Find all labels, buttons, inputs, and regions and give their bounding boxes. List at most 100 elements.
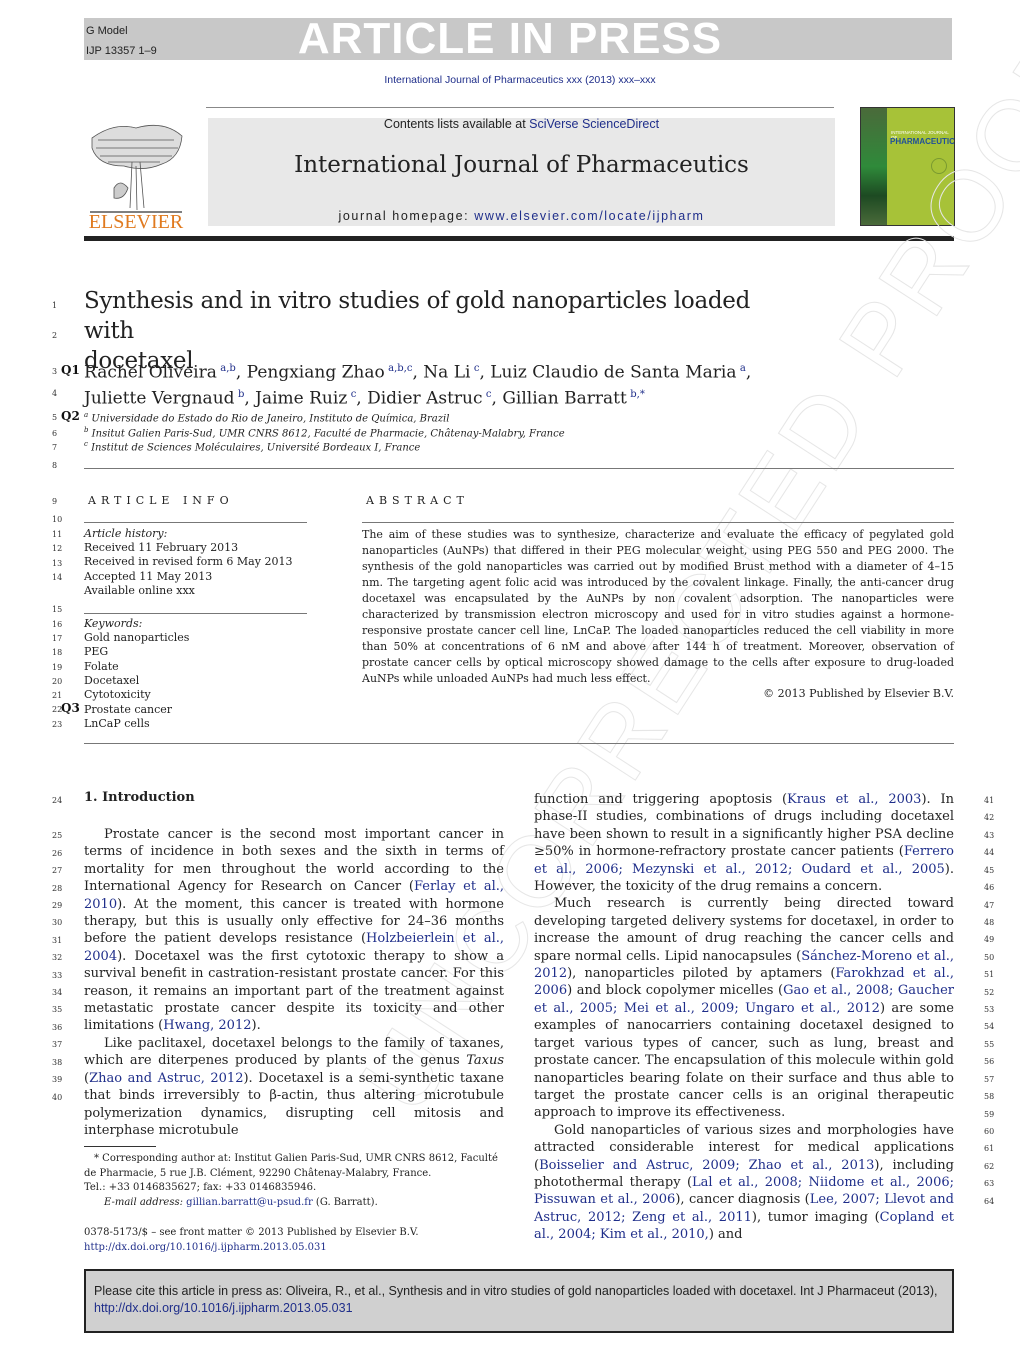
line-number: 37 <box>52 1040 63 1049</box>
keyword: LnCaP cells <box>84 716 150 730</box>
line-number: 49 <box>984 935 995 945</box>
email-link[interactable]: gillian.barratt@u-psud.fr <box>186 1197 313 1208</box>
divider <box>84 743 954 744</box>
line-number: 34 <box>52 988 63 997</box>
author-name: Na Li <box>423 362 471 383</box>
journal-cover-image: INTERNATIONAL JOURNAL OF PHARMACEUTICS <box>860 107 955 226</box>
line-number: 59 <box>984 1109 995 1119</box>
citation-body: Please cite this article in press as: Ol… <box>94 1284 938 1298</box>
article-history-label: Article history: <box>84 527 168 540</box>
homepage-prefix: journal homepage: <box>338 209 475 223</box>
author-affiliation-marker[interactable]: b,* <box>630 389 645 400</box>
affiliation-c: c Institut de Sciences Moléculaires, Uni… <box>84 440 420 453</box>
author-name: Gillian Barratt <box>502 388 627 409</box>
citation-doi-link[interactable]: http://dx.doi.org/10.1016/j.ijpharm.2013… <box>94 1301 353 1315</box>
italic-text: Taxus <box>466 1053 504 1069</box>
line-number: 41 <box>984 796 995 805</box>
line-number: 58 <box>984 1092 995 1102</box>
article-in-press-label: ARTICLE IN PRESS <box>297 14 723 63</box>
line-number: 45 <box>984 865 995 875</box>
line-number: 11 <box>52 530 63 539</box>
line-number: 57 <box>984 1074 995 1084</box>
query-mark-q2[interactable]: Q2 <box>61 409 80 423</box>
query-mark-q3[interactable]: Q3 <box>61 701 80 715</box>
journal-homepage: journal homepage: www.elsevier.com/locat… <box>208 209 835 223</box>
citation-link[interactable]: Kraus et al., 2003 <box>787 792 921 807</box>
line-number: 6 <box>52 429 58 438</box>
elsevier-tree-icon: ELSEVIER <box>89 124 184 233</box>
keyword: Cytotoxicity <box>84 688 151 702</box>
author-name: Pengxiang Zhao <box>246 362 385 383</box>
affiliation-text: Insitut Galien Paris-Sud, UMR CNRS 8612,… <box>91 428 565 440</box>
masthead-top-rule <box>206 107 834 108</box>
keyword: Prostate cancer <box>84 702 173 716</box>
line-number: 51 <box>984 970 995 980</box>
line-number: 21 <box>52 691 63 700</box>
text-run: ), tumor imaging ( <box>751 1209 880 1225</box>
citation-text: Please cite this article in press as: Ol… <box>94 1283 950 1317</box>
line-number: 18 <box>52 648 63 657</box>
author-affiliation-marker[interactable]: c <box>474 363 480 374</box>
divider <box>84 613 307 614</box>
author-affiliation-marker[interactable]: a <box>740 363 746 374</box>
author-affiliation-marker[interactable]: c <box>351 389 357 400</box>
line-number: 60 <box>984 1126 995 1136</box>
author-affiliation-marker[interactable]: b <box>238 389 244 400</box>
keyword: Folate <box>84 659 119 673</box>
paragraph: Prostate cancer is the second most impor… <box>84 826 504 1035</box>
affiliation-text: Universidade do Estado do Rio de Janeiro… <box>91 413 450 425</box>
paragraph: Gold nanoparticles of various sizes and … <box>534 1122 954 1244</box>
email-label: E-mail address: <box>104 1196 187 1208</box>
author-affiliation-marker[interactable]: c <box>486 389 492 400</box>
text-run: ), nanoparticles piloted by aptamers ( <box>567 966 836 982</box>
email-line: E-mail address: gillian.barratt@u-psud.f… <box>84 1196 504 1211</box>
paragraph: function and triggering apoptosis (Kraus… <box>534 791 954 895</box>
line-number: 55 <box>984 1039 995 1049</box>
author-name: Didier Astruc <box>367 388 483 409</box>
doi-link[interactable]: http://dx.doi.org/10.1016/j.ijpharm.2013… <box>84 1242 327 1253</box>
journal-title: International Journal of Pharmaceutics <box>294 152 749 178</box>
footnote-rule <box>84 1146 156 1147</box>
line-number: 14 <box>52 573 63 582</box>
body-column-right: function and triggering apoptosis (Kraus… <box>534 791 954 1244</box>
article-info-heading: ARTICLE INFO <box>88 494 234 507</box>
line-number: 23 <box>52 720 63 729</box>
line-number: 64 <box>984 1196 995 1206</box>
citation-link[interactable]: Zhao and Astruc, 2012 <box>89 1071 243 1086</box>
text-run: ) are some examples of nanocarriers cont… <box>534 1000 954 1121</box>
line-number: 61 <box>984 1144 995 1154</box>
affiliation-text: Institut de Sciences Moléculaires, Unive… <box>91 442 421 454</box>
line-number: 46 <box>984 883 995 893</box>
line-number: 19 <box>52 663 63 672</box>
text-run: ), cancer diagnosis ( <box>675 1192 810 1208</box>
author-affiliation-marker[interactable]: a,b,c <box>388 363 412 374</box>
query-mark-q1[interactable]: Q1 <box>61 363 80 377</box>
line-number: 7 <box>52 443 58 452</box>
author-list: Rachel Oliveira a,b, Pengxiang Zhao a,b,… <box>84 362 752 409</box>
contents-line: Contents lists available at SciVerse Sci… <box>208 117 835 131</box>
cover-title: PHARMACEUTICS <box>890 137 955 146</box>
author-name: Jaime Ruiz <box>255 388 348 409</box>
online-date: Available online xxx <box>84 584 195 597</box>
author-affiliation-marker[interactable]: a,b <box>220 363 236 374</box>
affiliation-a: a Universidade do Estado do Rio de Janei… <box>84 411 449 424</box>
line-number: 5 <box>52 413 58 422</box>
paragraph: Much research is currently being directe… <box>534 895 954 1121</box>
line-number: 16 <box>52 620 63 629</box>
phone-fax: Tel.: +33 0146835627; fax: +33 014683594… <box>84 1182 317 1193</box>
line-number: 35 <box>52 1005 63 1014</box>
line-number: 25 <box>52 831 63 840</box>
line-number: 47 <box>984 900 995 910</box>
keywords-label: Keywords: <box>84 617 143 630</box>
line-number: 48 <box>984 917 995 927</box>
citation-link[interactable]: Hwang, 2012 <box>163 1018 251 1033</box>
citation-link[interactable]: Boisselier and Astruc, 2009; Zhao et al.… <box>539 1158 874 1173</box>
elsevier-logo: ELSEVIER <box>84 118 188 233</box>
line-number: 30 <box>52 918 63 927</box>
homepage-link[interactable]: www.elsevier.com/locate/ijpharm <box>474 209 704 223</box>
line-number: 29 <box>52 901 63 910</box>
sciencedirect-link[interactable]: SciVerse ScienceDirect <box>529 117 659 131</box>
corresponding-author-footnote: * Corresponding author at: Institut Gali… <box>84 1152 504 1210</box>
line-number: 44 <box>984 848 995 858</box>
line-number: 42 <box>984 813 995 823</box>
